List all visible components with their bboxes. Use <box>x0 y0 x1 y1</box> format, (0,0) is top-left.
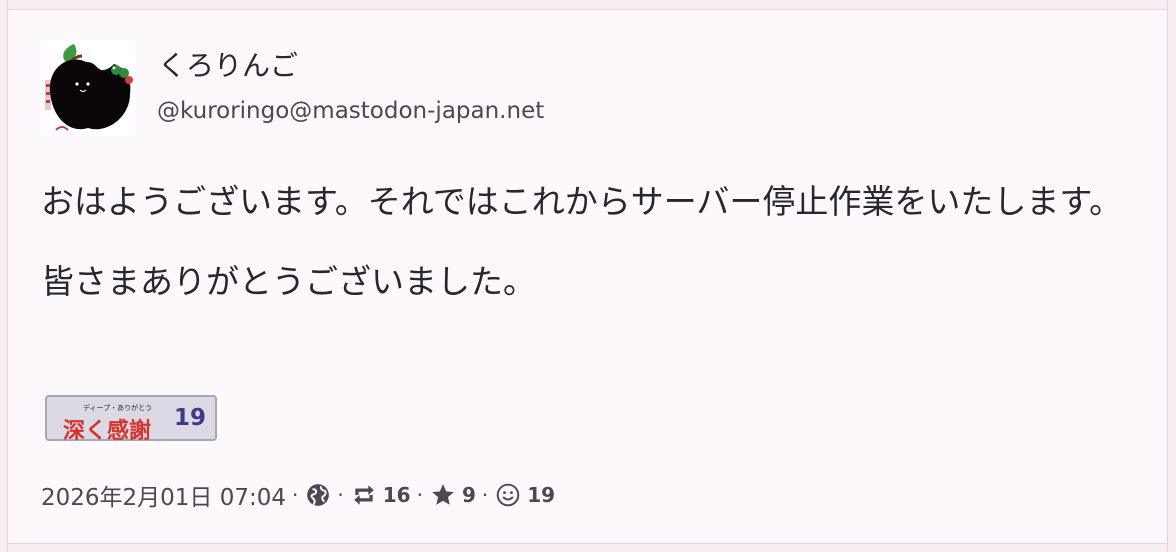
card-right-border <box>1167 0 1176 552</box>
status-card: くろりんご @kuroringo@mastodon-japan.net おはよう… <box>0 0 1176 552</box>
meta-separator: · <box>337 483 344 507</box>
reactions-count: 19 <box>527 483 556 507</box>
black-apple-avatar-icon <box>40 40 136 136</box>
status-paragraph: おはようございます。それではこれからサーバー停止作業をいたします。 <box>41 182 1123 221</box>
card-top-border <box>0 0 1176 10</box>
account-handle[interactable]: @kuroringo@mastodon-japan.net <box>157 98 544 124</box>
card-left-border <box>0 0 8 552</box>
reactions-button[interactable]: 19 <box>495 482 555 508</box>
status-paragraph: 皆さまありがとうございました。 <box>41 262 536 301</box>
globe-icon <box>307 484 330 506</box>
smile-icon <box>496 483 520 507</box>
reaction-count: 19 <box>174 405 207 431</box>
star-icon <box>432 484 454 505</box>
meta-separator: · <box>481 483 489 507</box>
avatar[interactable] <box>40 40 136 136</box>
custom-emoji-deep-thanks: ディープ・ありがとう 深く感謝 <box>61 401 161 444</box>
meta-separator: · <box>416 483 423 507</box>
status-content: おはようございます。それではこれからサーバー停止作業をいたします。 皆さまありが… <box>41 176 1151 336</box>
display-name[interactable]: くろりんご <box>158 44 298 84</box>
favourite-button[interactable]: 9 <box>430 482 476 508</box>
meta-separator: · <box>292 483 299 507</box>
status-meta: 2026年2月01日 07:04 · · 16 · 9 · 19 <box>41 478 555 512</box>
visibility-button[interactable] <box>305 482 331 508</box>
card-bottom-border <box>0 543 1176 552</box>
boost-button[interactable]: 16 <box>351 482 411 508</box>
emoji-reaction-button[interactable]: ディープ・ありがとう 深く感謝 19 <box>45 395 217 444</box>
boost-icon <box>354 485 374 505</box>
favourite-count: 9 <box>461 483 476 507</box>
status-datetime[interactable]: 2026年2月01日 07:04 <box>41 478 286 512</box>
boost-count: 16 <box>382 483 411 507</box>
emoji-label-text: 深く感謝 <box>63 419 152 444</box>
emoji-ruby-text: ディープ・ありがとう <box>83 404 153 412</box>
